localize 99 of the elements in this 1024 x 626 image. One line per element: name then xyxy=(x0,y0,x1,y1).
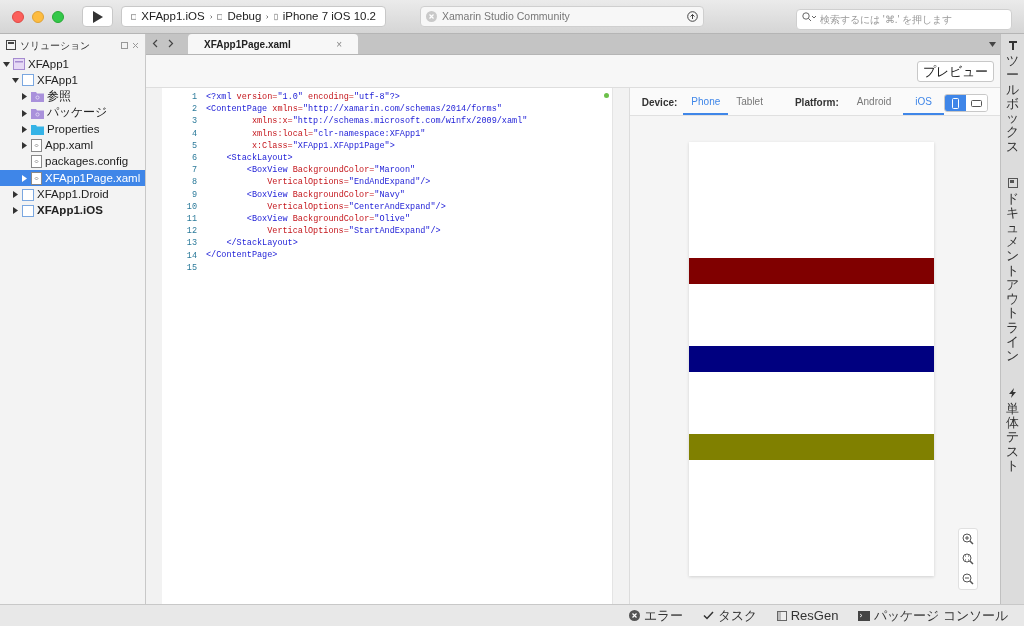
tree-item[interactable]: 参照 xyxy=(0,88,145,105)
text-tool-icon xyxy=(1007,40,1018,50)
project-icon xyxy=(22,204,34,217)
search-icon xyxy=(802,12,816,22)
status-bar-item[interactable]: ResGen xyxy=(790,605,839,626)
search-field[interactable]: 検索するには '⌘.' を押します xyxy=(796,9,1012,30)
dropdown-icon[interactable] xyxy=(989,42,996,47)
tree-item[interactable]: XFApp1Page.xaml xyxy=(0,170,145,187)
folder-icon xyxy=(31,107,44,119)
folder-icon xyxy=(31,91,44,103)
breadcrumb-item[interactable]: XFApp1.iOS xyxy=(141,7,205,26)
code-line: <BoxView BackgroundColor="Navy" xyxy=(245,188,405,201)
line-number: 2 xyxy=(191,103,197,116)
lightning-icon xyxy=(1008,387,1017,398)
platform-label: Platform: xyxy=(794,96,839,110)
build-configuration-selector[interactable]: XFApp1.iOS Debug iPhone 7 iOS 10.2 xyxy=(121,6,386,27)
device-tab[interactable]: Tablet xyxy=(728,91,771,115)
xamarin-icon xyxy=(426,11,437,22)
pad-title: ソリューション xyxy=(20,38,91,53)
close-window-button[interactable] xyxy=(12,10,24,23)
line-number: 11 xyxy=(186,213,197,226)
breadcrumb-item[interactable]: iPhone 7 iOS 10.2 xyxy=(282,7,376,26)
folder-icon xyxy=(31,123,44,135)
tree-item[interactable]: XFApp1 xyxy=(0,72,145,89)
line-number: 3 xyxy=(191,115,197,128)
status-bar-item[interactable]: タスク xyxy=(717,605,757,626)
run-button[interactable] xyxy=(82,6,113,27)
line-number: 5 xyxy=(191,139,197,152)
code-line: </ContentPage> xyxy=(206,249,278,262)
close-tab-button[interactable]: × xyxy=(336,36,342,52)
tree-item[interactable]: Properties xyxy=(0,121,145,138)
file-icon xyxy=(31,171,42,185)
project-icon xyxy=(22,74,34,87)
tree-item[interactable]: XFApp1.Droid xyxy=(0,186,145,203)
check-icon xyxy=(702,611,714,620)
device-label: Device: xyxy=(641,96,678,110)
outline-icon xyxy=(1007,178,1018,189)
landscape-button[interactable] xyxy=(966,95,987,111)
code-line: VerticalOptions="EndAndExpand"/> xyxy=(266,176,431,189)
line-number: 8 xyxy=(191,176,197,189)
code-line: </StackLayout> xyxy=(225,237,298,250)
pad-tab[interactable]: 単体テスト xyxy=(1006,401,1019,474)
terminal-icon xyxy=(858,610,871,621)
project-icon xyxy=(22,188,34,201)
dock-icon[interactable] xyxy=(121,41,128,49)
tree-item[interactable]: packages.config xyxy=(0,153,145,171)
preview-button[interactable]: プレビュー xyxy=(917,60,994,82)
line-number: 15 xyxy=(186,261,197,275)
play-icon xyxy=(92,10,103,23)
tree-item[interactable]: XFApp1 xyxy=(0,56,145,73)
code-line: <BoxView BackgroundColor="Maroon" xyxy=(245,164,416,177)
status-bar-item[interactable]: エラー xyxy=(643,605,683,626)
breadcrumb-item[interactable]: Debug xyxy=(227,7,262,26)
code-line: xmlns:local="clr-namespace:XFApp1" xyxy=(250,127,426,140)
window-icon xyxy=(131,11,137,22)
collapsed-arrow-icon[interactable] xyxy=(12,191,19,198)
square-icon xyxy=(776,610,787,621)
code-line: VerticalOptions="CenterAndExpand"/> xyxy=(266,200,446,213)
line-number: 7 xyxy=(191,164,197,177)
tree-item[interactable]: App.xaml xyxy=(0,137,145,154)
upload-icon[interactable] xyxy=(687,11,698,22)
solution-icon xyxy=(13,58,25,71)
close-icon[interactable] xyxy=(132,41,139,49)
code-line: <BoxView BackgroundColor="Olive" xyxy=(245,212,411,226)
platform-tab[interactable]: Android xyxy=(844,91,904,115)
error-icon xyxy=(628,610,640,621)
code-line: <?xml version="1.0" encoding="utf-8"?> xyxy=(206,91,400,104)
editor-tab[interactable]: XFApp1Page.xaml × xyxy=(188,34,358,54)
status-bar-item[interactable]: パッケージ コンソール xyxy=(874,605,1008,626)
code-line: VerticalOptions="StartAndExpand"/> xyxy=(266,225,441,238)
line-number: 9 xyxy=(191,188,197,201)
window-icon xyxy=(217,11,223,22)
line-number: 12 xyxy=(186,225,197,238)
code-line: xmlns:x="http://schemas.microsoft.com/winfx/2009/xaml" xyxy=(250,115,528,128)
file-icon xyxy=(31,139,42,153)
back-icon[interactable] xyxy=(152,39,158,48)
file-icon xyxy=(31,155,42,169)
line-number: 1 xyxy=(191,91,197,104)
line-number: 14 xyxy=(186,249,197,262)
pad-tab[interactable]: ツールボックス xyxy=(1006,54,1019,155)
solution-pad-icon xyxy=(6,40,16,50)
code-line: <StackLayout> xyxy=(225,151,293,165)
tree-item[interactable]: XFApp1.iOS xyxy=(0,202,145,219)
tree-item[interactable]: パッケージ xyxy=(0,104,145,122)
line-number: 4 xyxy=(191,127,197,140)
code-line: x:Class="XFApp1.XFApp1Page"> xyxy=(250,139,395,152)
code-line: <ContentPage xmlns="http://xamarin.com/schemas/2014/forms" xyxy=(206,103,502,116)
collapsed-arrow-icon[interactable] xyxy=(21,142,28,150)
status-text: Xamarin Studio Community xyxy=(442,8,571,24)
landscape-phone-icon xyxy=(971,99,982,107)
collapsed-arrow-icon[interactable] xyxy=(12,207,19,215)
line-number: 10 xyxy=(186,200,197,214)
device-tab[interactable]: Phone xyxy=(683,91,729,115)
phone-icon xyxy=(952,97,959,109)
forward-icon[interactable] xyxy=(168,39,174,48)
portrait-button[interactable] xyxy=(945,95,966,111)
line-number: 13 xyxy=(186,237,197,250)
line-number: 6 xyxy=(191,152,197,165)
pad-tab[interactable]: ドキュメントアウトライン xyxy=(1006,192,1019,364)
